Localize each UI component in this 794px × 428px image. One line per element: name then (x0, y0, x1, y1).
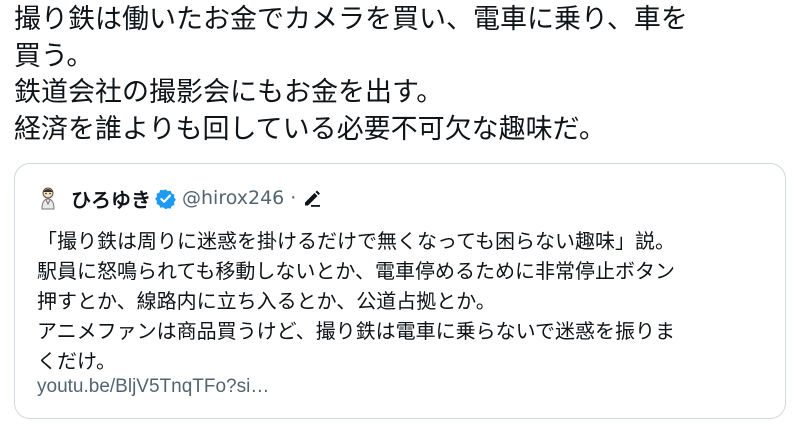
avatar[interactable] (37, 186, 59, 210)
quoted-tweet-header: ひろゆき @hirox246 · (37, 184, 322, 212)
separator-dot: · (290, 187, 297, 209)
verified-badge-icon (155, 188, 176, 209)
quoted-text-line: 「撮り鉄は周りに迷惑を掛けるだけで無くなっても困らない趣味」説。 (37, 229, 675, 253)
quoted-tweet-card[interactable]: ひろゆき @hirox246 · 「撮り鉄は周りに迷惑を掛けるだけで無くなっても… (14, 163, 786, 419)
quoted-text-line: 押すとか、線路内に立ち入るとか、公道占拠とか。 (37, 289, 496, 313)
quoted-text-line: くだけ。 (37, 349, 116, 373)
user-handle[interactable]: @hirox246 (182, 187, 284, 209)
quoted-text-line: アニメファンは商品買うけど、撮り鉄は電車に乗らないで迷惑を振りま (37, 319, 675, 343)
quoted-text-line: 駅員に怒鳴られても移動しないとか、電車停めるために非常停止ボタン (37, 259, 675, 283)
tweet-text-line: 買う。 (14, 40, 94, 72)
quoted-tweet-text: 「撮り鉄は周りに迷惑を掛けるだけで無くなっても困らない趣味」説。 駅員に怒鳴られ… (37, 226, 777, 376)
tweet-text: 撮り鉄は働いたお金でカメラを買い、電車に乗り、車を 買う。 鉄道会社の撮影会にも… (14, 2, 784, 148)
tweet-text-line: 鉄道会社の撮影会にもお金を出す。 (14, 77, 444, 108)
tweet-text-line: 経済を誰よりも回している必要不可欠な趣味だ。 (14, 113, 606, 145)
display-name[interactable]: ひろゆき (71, 184, 151, 213)
edit-pencil-icon (302, 188, 322, 208)
tweet-text-line: 撮り鉄は働いたお金でカメラを買い、電車に乗り、車を (14, 4, 688, 35)
youtube-link[interactable]: youtu.be/BljV5TnqTFo?si… (37, 374, 269, 400)
